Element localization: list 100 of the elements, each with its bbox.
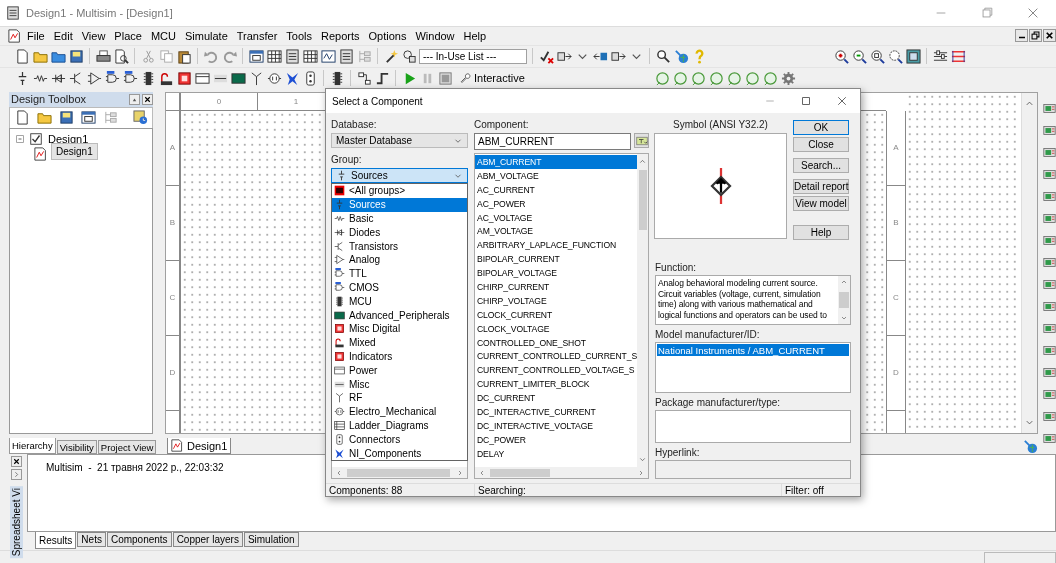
list-item[interactable]: AM_VOLTAGE: [475, 224, 638, 239]
component-field[interactable]: ABM_CURRENT: [474, 133, 631, 150]
tree-item[interactable]: Design1: [51, 143, 98, 161]
list-item[interactable]: AC_VOLTAGE: [475, 210, 638, 225]
dropdown-option[interactable]: Ladder_Diagrams: [332, 418, 467, 433]
log-text: Multisim - 21 травня 2022 р., 22:03:32: [46, 462, 224, 473]
panel-tab[interactable]: Simulation: [243, 532, 299, 547]
menu-item[interactable]: File: [23, 28, 49, 43]
group-dropdown[interactable]: Sources: [331, 168, 468, 183]
field-label: Function:: [655, 262, 698, 274]
menu-item[interactable]: Help: [459, 28, 491, 43]
panel-tab[interactable]: Hierarchy: [9, 438, 56, 454]
ruler-label: B: [893, 218, 899, 228]
list-item[interactable]: CLOCK_CURRENT: [475, 307, 638, 322]
ruler-label: B: [169, 218, 176, 228]
description-text: Analog behavioral modeling current source. Circuit variables (voltage, current, simulation time) along with various mathematical and logical functions and operators can be used to: [657, 277, 828, 322]
database-dropdown[interactable]: Master Database: [331, 133, 468, 148]
menu-item[interactable]: Reports: [317, 28, 364, 43]
dropdown-option[interactable]: Transistors: [332, 239, 467, 253]
panel-tab[interactable]: Visibility: [56, 440, 97, 454]
menu-item[interactable]: View: [77, 28, 110, 43]
dropdown-option[interactable]: Connectors: [332, 432, 467, 447]
list-item[interactable]: DC_INTERACTIVE_CURRENT: [475, 405, 638, 419]
list-item[interactable]: CONTROLLED_ONE_SHOT: [475, 335, 638, 350]
menu-item[interactable]: Simulate: [180, 28, 232, 43]
dialog-button[interactable]: Help: [793, 225, 849, 240]
field-label: Database:: [331, 119, 378, 131]
dropdown-option[interactable]: Diodes: [332, 225, 467, 240]
ruler-label: D: [893, 368, 899, 378]
menu-item[interactable]: Place: [110, 28, 146, 43]
status-text: Components: 88: [329, 484, 403, 496]
dialog-button[interactable]: View model: [793, 196, 849, 211]
status-text: Filter: off: [785, 484, 824, 496]
field-label: Component:: [474, 119, 530, 131]
field-label: Symbol (ANSI Y32.2): [673, 119, 768, 131]
interactive-button[interactable]: Interactive: [455, 69, 529, 87]
field-label: Group:: [331, 154, 363, 166]
ruler-label: 1: [293, 96, 299, 106]
list-item[interactable]: CHIRP_VOLTAGE: [475, 293, 638, 308]
ruler-label: D: [169, 368, 176, 378]
menu-item[interactable]: Window: [411, 28, 459, 43]
list-item[interactable]: ABM_VOLTAGE: [475, 168, 638, 183]
panel-tab[interactable]: Nets: [77, 532, 106, 547]
dialog-button[interactable]: Search...: [793, 158, 849, 173]
list-item[interactable]: CURRENT_CONTROLLED_CURRENT_S: [475, 349, 638, 364]
dropdown-option[interactable]: RF: [332, 390, 467, 405]
dropdown-option[interactable]: <All groups>: [332, 184, 467, 198]
dropdown-option[interactable]: Sources: [332, 197, 467, 212]
field-label: Package manufacturer/type:: [655, 397, 782, 409]
field-label: Model manufacturer/ID:: [655, 329, 761, 341]
dialog-button[interactable]: OK: [793, 120, 849, 135]
list-item[interactable]: BIPOLAR_VOLTAGE: [475, 266, 638, 280]
dropdown-option[interactable]: MCU: [332, 294, 467, 309]
list-item[interactable]: CURRENT_LIMITER_BLOCK: [475, 377, 638, 392]
menu-item[interactable]: Edit: [49, 28, 77, 43]
dialog-button[interactable]: Close: [793, 137, 849, 152]
panel-tab[interactable]: Components: [106, 532, 172, 547]
ruler-label: C: [169, 293, 176, 303]
ruler-label: A: [893, 143, 899, 153]
menu-item[interactable]: Options: [364, 28, 411, 43]
list-item[interactable]: AC_CURRENT: [475, 182, 638, 197]
dropdown-option[interactable]: Indicators: [332, 349, 467, 364]
list-item[interactable]: AC_POWER: [475, 196, 638, 211]
ruler-label: A: [169, 143, 176, 153]
list-item[interactable]: CURRENT_CONTROLLED_VOLTAGE_S: [475, 363, 638, 378]
list-item[interactable]: DC_INTERACTIVE_VOLTAGE: [475, 418, 638, 433]
panel-tab[interactable]: Results: [35, 532, 77, 549]
list-item[interactable]: DELAY: [475, 446, 638, 461]
dropdown-option[interactable]: Misc: [332, 377, 467, 391]
dropdown-option[interactable]: Basic: [332, 211, 467, 226]
dialog-title: Select a Component: [332, 95, 424, 107]
list-item[interactable]: DC_CURRENT: [475, 391, 638, 406]
dropdown-option[interactable]: NI_Components: [332, 446, 467, 460]
list-item[interactable]: CHIRP_CURRENT: [475, 280, 638, 294]
dropdown-option[interactable]: CMOS: [332, 280, 467, 295]
panel-tab[interactable]: Project View: [97, 440, 157, 454]
menu-item[interactable]: Tools: [282, 28, 316, 43]
panel-tab[interactable]: Copper layers: [172, 532, 243, 547]
menu-item[interactable]: Transfer: [232, 28, 282, 43]
dropdown-option[interactable]: Power: [332, 363, 467, 378]
dropdown-option[interactable]: Analog: [332, 253, 467, 267]
dropdown-option[interactable]: Mixed: [332, 335, 467, 350]
dropdown-option[interactable]: TTL: [332, 266, 467, 281]
in-use-list-dropdown[interactable]: --- In-Use List ---: [419, 48, 527, 64]
list-item[interactable]: DC_POWER: [475, 432, 638, 447]
menu-item[interactable]: MCU: [146, 28, 180, 43]
dialog-button[interactable]: Detail report: [793, 179, 849, 194]
tree-item[interactable]: Design1: [46, 132, 91, 145]
list-item[interactable]: ABM_CURRENT: [475, 155, 638, 169]
status-text: Searching:: [478, 484, 526, 496]
ruler-label: 0: [216, 96, 222, 106]
dropdown-option[interactable]: Electro_Mechanical: [332, 404, 467, 419]
list-item[interactable]: ARBITRARY_LAPLACE_FUNCTION: [475, 238, 638, 253]
list-item[interactable]: CLOCK_VOLTAGE: [475, 321, 638, 336]
dropdown-option[interactable]: Misc Digital: [332, 321, 467, 336]
document-tab[interactable]: Design1: [167, 438, 232, 454]
list-item[interactable]: BIPOLAR_CURRENT: [475, 252, 638, 267]
field-label: Hyperlink:: [655, 447, 701, 459]
dropdown-option[interactable]: Advanced_Peripherals: [332, 308, 467, 322]
list-item[interactable]: National Instruments / ABM_CURRENT: [657, 344, 849, 356]
